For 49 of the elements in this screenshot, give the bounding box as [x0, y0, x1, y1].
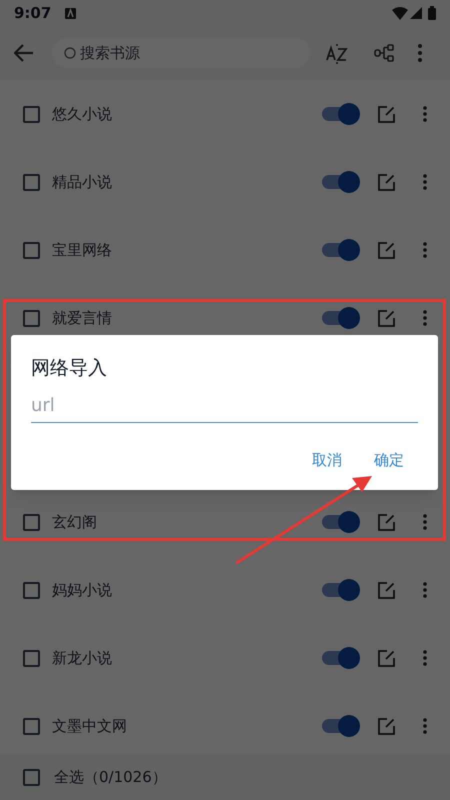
signal-icon — [410, 7, 422, 19]
source-name: 精品小说 — [52, 172, 113, 193]
confirm-button[interactable]: 确定 — [370, 445, 408, 476]
source-name: 新龙小说 — [52, 648, 113, 669]
group-icon[interactable] — [374, 44, 394, 62]
source-name: 玄幻阁 — [52, 512, 98, 533]
source-name: 妈妈小说 — [52, 580, 113, 601]
more-icon[interactable] — [423, 106, 427, 122]
search-field[interactable]: 搜索书源 — [52, 38, 310, 68]
wifi-icon — [392, 6, 408, 20]
checkbox[interactable] — [23, 514, 40, 530]
url-field[interactable]: url — [31, 389, 418, 423]
status-time: 9:07 — [14, 2, 52, 24]
dialog-title: 网络导入 — [31, 356, 108, 381]
checkbox[interactable] — [23, 650, 40, 666]
cancel-button[interactable]: 取消 — [308, 445, 346, 476]
checkbox[interactable] — [23, 582, 40, 598]
edit-icon[interactable] — [378, 718, 395, 734]
battery-icon — [428, 6, 436, 20]
edit-icon[interactable] — [378, 514, 395, 530]
source-name: 就爱言情 — [52, 308, 113, 329]
source-name: 宝里网络 — [52, 240, 113, 261]
edit-icon[interactable] — [378, 174, 395, 190]
more-icon[interactable] — [423, 242, 427, 258]
back-icon[interactable] — [14, 44, 34, 62]
sort-icon[interactable] — [326, 42, 348, 64]
source-name: 悠久小说 — [52, 104, 113, 125]
more-icon[interactable] — [418, 44, 422, 62]
more-icon[interactable] — [423, 650, 427, 666]
checkbox[interactable] — [23, 310, 40, 326]
checkbox[interactable] — [23, 718, 40, 734]
source-name: 文墨中文网 — [52, 716, 128, 737]
checkbox[interactable] — [23, 106, 40, 122]
more-icon[interactable] — [423, 310, 427, 326]
edit-icon[interactable] — [378, 106, 395, 122]
more-icon[interactable] — [423, 514, 427, 530]
checkbox[interactable] — [23, 174, 40, 190]
checkbox[interactable] — [23, 768, 40, 786]
edit-icon[interactable] — [378, 582, 395, 598]
more-icon[interactable] — [423, 582, 427, 598]
checkbox[interactable] — [23, 242, 40, 258]
select-all-label: 全选（0/1026） — [54, 766, 167, 788]
edit-icon[interactable] — [378, 310, 395, 326]
notification-icon — [65, 8, 76, 18]
edit-icon[interactable] — [378, 242, 395, 258]
more-icon[interactable] — [423, 718, 427, 734]
edit-icon[interactable] — [378, 650, 395, 666]
search-icon — [64, 47, 76, 59]
more-icon[interactable] — [423, 174, 427, 190]
